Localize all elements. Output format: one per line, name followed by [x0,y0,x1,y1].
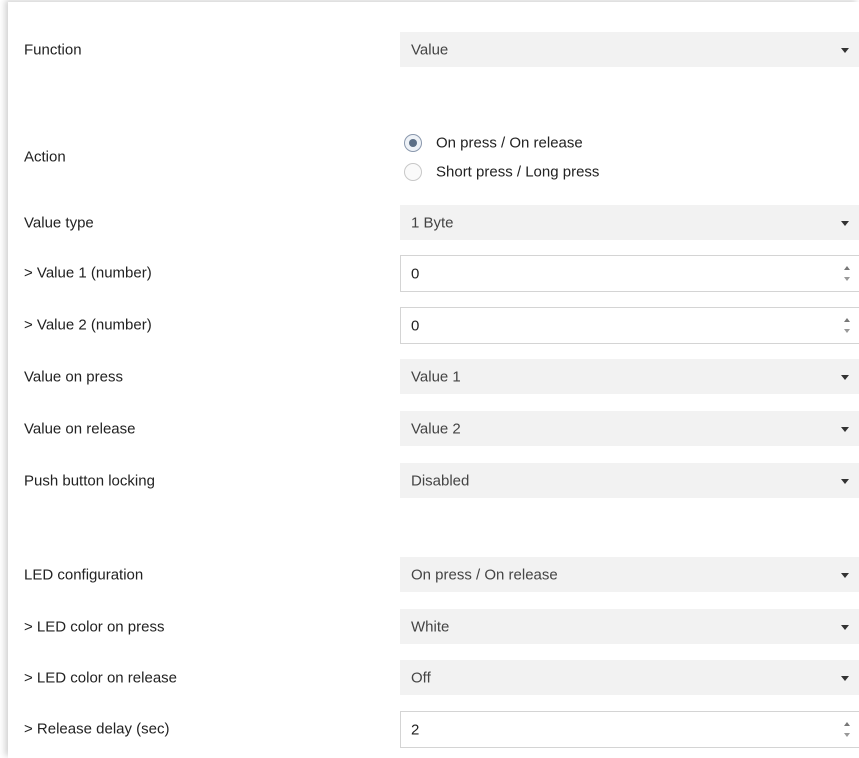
value-on-release-label: Value on release [24,420,136,438]
chevron-down-icon [841,675,849,681]
radio-checked-icon [404,134,422,152]
led-color-release-value: Off [411,669,431,686]
push-button-locking-value: Disabled [411,472,470,489]
value-type-label: Value type [24,214,94,232]
chevron-down-icon [841,572,849,578]
chevron-down-icon [841,47,849,53]
chevron-down-icon [841,624,849,630]
value2-label: > Value 2 (number) [24,316,152,334]
led-color-press-value: White [411,618,450,635]
function-label: Function [24,41,82,59]
spin-down-icon[interactable] [844,733,850,737]
radio-label: Short press / Long press [436,163,600,181]
push-button-locking-dropdown[interactable]: Disabled [400,463,859,498]
action-label: Action [24,148,66,166]
led-configuration-label: LED configuration [24,566,144,584]
led-configuration-value: On press / On release [411,566,558,583]
led-color-release-dropdown[interactable]: Off [400,660,859,695]
value-on-release-value: Value 2 [411,420,461,437]
led-color-release-label: > LED color on release [24,669,178,687]
value-on-release-dropdown[interactable]: Value 2 [400,411,859,446]
release-delay-spinbox[interactable]: 2 [400,711,859,748]
function-dropdown[interactable]: Value [400,32,859,67]
radio-unchecked-icon [404,163,422,181]
led-color-press-dropdown[interactable]: White [400,609,859,644]
parameter-panel: Function Value Action On press / On rele… [8,2,859,758]
function-value: Value [411,41,449,58]
value1-label: > Value 1 (number) [24,264,152,282]
led-configuration-dropdown[interactable]: On press / On release [400,557,859,592]
value2-spinbox[interactable]: 0 [400,307,859,344]
value-type-value: 1 Byte [411,214,454,231]
value1-value: 0 [411,265,420,282]
value-type-dropdown[interactable]: 1 Byte [400,205,859,240]
value-on-press-value: Value 1 [411,368,461,385]
release-delay-label: > Release delay (sec) [24,720,170,738]
chevron-down-icon [841,426,849,432]
value1-spinbox[interactable]: 0 [400,255,859,292]
push-button-locking-label: Push button locking [24,472,155,490]
chevron-down-icon [841,220,849,226]
spin-up-icon[interactable] [844,266,850,270]
release-delay-value: 2 [411,721,420,738]
value-on-press-label: Value on press [24,368,123,386]
chevron-down-icon [841,478,849,484]
led-color-press-label: > LED color on press [24,618,165,636]
spin-up-icon[interactable] [844,318,850,322]
value-on-press-dropdown[interactable]: Value 1 [400,359,859,394]
spin-up-icon[interactable] [844,722,850,726]
value2-value: 0 [411,317,420,334]
radio-label: On press / On release [436,134,583,152]
chevron-down-icon [841,374,849,380]
spin-down-icon[interactable] [844,277,850,281]
spin-down-icon[interactable] [844,329,850,333]
